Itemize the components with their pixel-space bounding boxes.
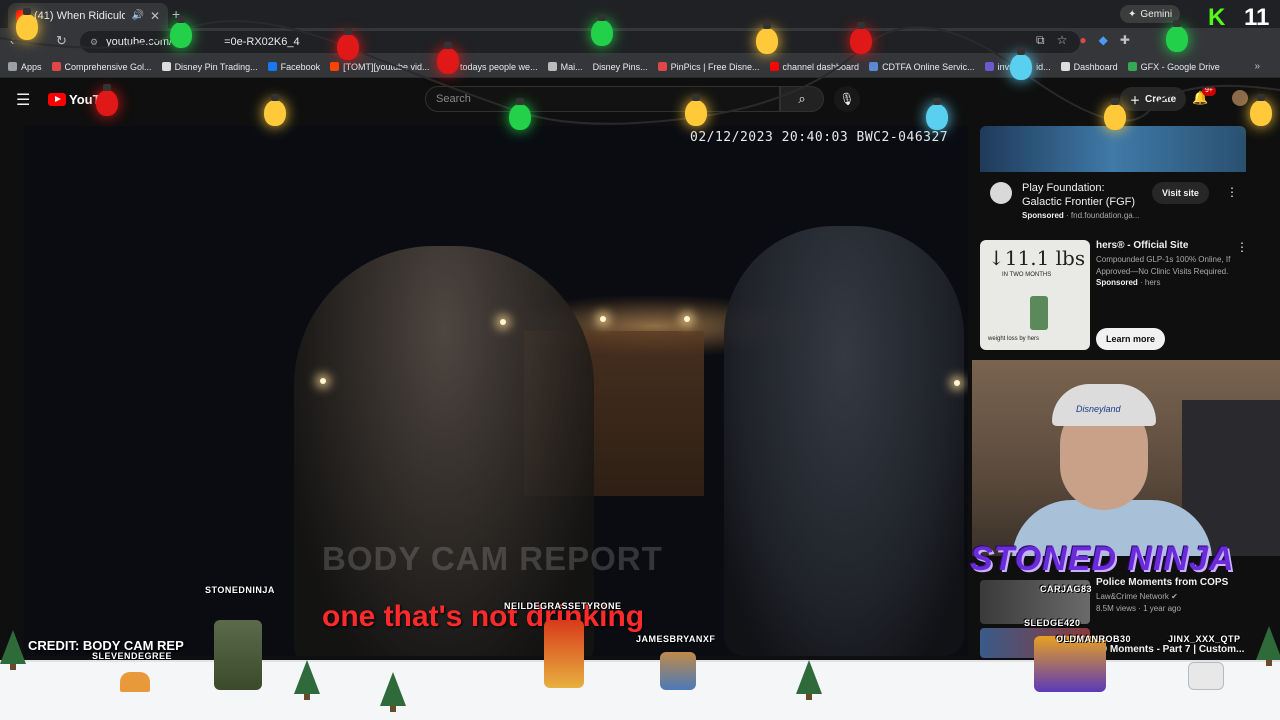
chat-avatar-sprite [214,620,262,690]
video-scene-lamp [500,319,506,325]
christmas-light-bulb [337,28,359,60]
christmas-light-bulb [96,84,118,116]
christmas-light-bulb [509,98,531,130]
ad-thumb-headline: ↓11.1 lbs [988,246,1086,270]
christmas-light-bulb [926,98,948,130]
recommended-video-title[interactable]: 10 Moments - Part 7 | Custom... [1096,644,1244,655]
chat-avatar-sprite [1034,636,1106,692]
christmas-light-bulb [16,8,38,40]
chatter-name: SLEVENDEGREE [92,651,173,661]
recommended-video-views: 8.5M views · 1 year ago [1096,604,1181,613]
ad-title[interactable]: Play Foundation: Galactic Frontier (FGF) [1022,181,1142,209]
video-scene-lamp [600,316,606,322]
ad-meta: Sponsored · hers [1096,278,1161,287]
video-scene-person [724,226,964,656]
medication-bottle-icon [1030,296,1048,330]
chat-avatar-sprite [660,652,696,690]
christmas-light-bulb [1104,98,1126,130]
visit-site-button[interactable]: Visit site [1152,182,1209,204]
ad-meta: Sponsored · fnd.foundation.ga... [1022,211,1140,220]
christmas-light-bulb [756,22,778,54]
screen: (41) When Ridiculous Karen 🔊 ✕ + ✦ Gemin… [0,0,1280,720]
pine-tree-icon [294,660,320,700]
chatter-name: CARJAG83 [1040,584,1093,594]
learn-more-button[interactable]: Learn more [1096,328,1166,350]
more-options-icon[interactable]: ⋮ [1236,240,1248,254]
sponsored-ad-card[interactable]: Play Foundation: Galactic Frontier (FGF)… [980,172,1246,230]
cap-logo-text: Disneyland [1076,404,1121,414]
chatter-name: STONEDNINJA [205,585,275,595]
video-scene-person [294,246,594,656]
christmas-light-bulb [170,16,192,48]
recommended-video-channel: Law&Crime Network ✔ [1096,592,1178,601]
pine-tree-icon [0,630,26,670]
more-options-icon[interactable]: ⋮ [1226,185,1238,199]
christmas-light-bulb [437,42,459,74]
christmas-light-bulb [1010,48,1032,80]
light-string-wire [0,20,1280,125]
streamer-webcam: Disneyland [972,360,1280,556]
video-scene-lamp [684,316,690,322]
christmas-light-bulb [591,14,613,46]
christmas-light-bulb [264,94,286,126]
chatter-name: JINX_XXX_QTP [1168,634,1241,644]
ad-thumb-footer: weight loss by hers [988,336,1040,342]
stream-brand-logo: STONED NINJA [970,540,1235,578]
ad-title[interactable]: hers® - Official Site [1096,240,1188,251]
ad-thumb-subline: IN TWO MONTHS [1002,272,1052,278]
video-scene-lamp [954,380,960,386]
ad-thumbnail[interactable]: ↓11.1 lbs IN TWO MONTHS weight loss by h… [980,240,1090,350]
christmas-light-bulb [685,94,707,126]
chatter-name: NEILDEGRASSETYRONE [504,601,622,611]
pine-tree-icon [1256,626,1280,666]
chat-avatar-sprite [544,620,584,688]
pine-tree-icon [380,672,406,712]
advertiser-logo [990,182,1012,204]
ad-description: Compounded GLP-1s 100% Online, If Approv… [1096,255,1231,276]
verified-icon: ✔ [1171,592,1178,601]
pine-tree-icon [796,660,822,700]
video-watermark: BODY CAM REPORT [322,540,663,577]
christmas-light-bulb [1166,20,1188,52]
video-scene-lamp [320,378,326,384]
christmas-light-bulb [850,22,872,54]
chatter-name: OLDMANROB30 [1056,634,1132,644]
chatter-name: SLEDGE420 [1024,618,1081,628]
chatter-name: JAMESBRYANXF [636,634,716,644]
christmas-light-bulb [1250,94,1272,126]
chat-avatar-sprite [120,672,150,692]
chat-avatar-sprite [1188,662,1224,690]
